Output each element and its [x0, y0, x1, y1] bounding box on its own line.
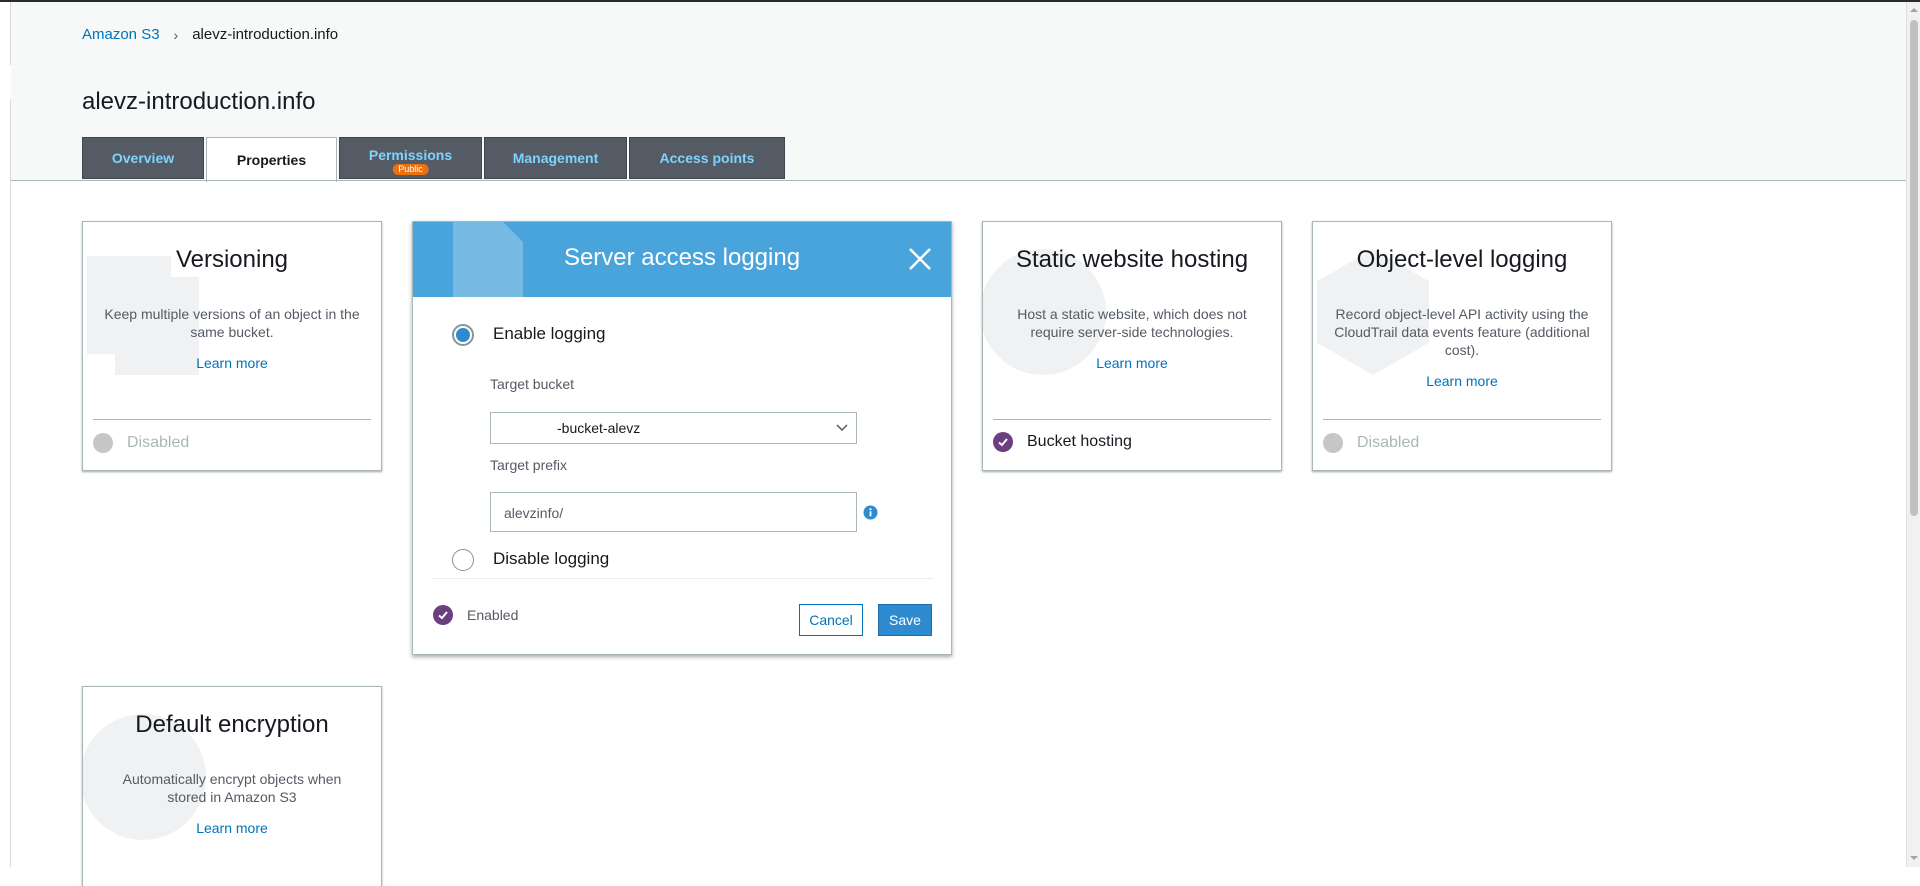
server-access-logging-dialog: Server access logging Enable logging Tar… [412, 221, 952, 655]
card-object-level-logging[interactable]: Object-level logging Record object-level… [1312, 221, 1612, 471]
card-description: Keep multiple versions of an object in t… [104, 306, 360, 340]
public-badge: Public [392, 164, 429, 175]
card-divider [993, 419, 1271, 420]
dialog-divider [431, 578, 933, 579]
card-versioning[interactable]: Versioning Keep multiple versions of an … [82, 221, 382, 471]
breadcrumb-separator: › [173, 26, 179, 43]
status-label: Enabled [467, 607, 519, 623]
target-prefix-label: Target prefix [490, 457, 568, 473]
logging-status: Enabled [433, 605, 518, 625]
card-description: Record object-level API activity using t… [1334, 306, 1590, 358]
status-label: Bucket hosting [1027, 433, 1132, 450]
breadcrumb: Amazon S3 › alevz-introduction.info [82, 26, 338, 43]
card-default-encryption[interactable]: Default encryption Automatically encrypt… [82, 686, 382, 886]
enable-logging-label[interactable]: Enable logging [493, 324, 605, 344]
dialog-title: Server access logging [563, 244, 801, 271]
breadcrumb-root-link[interactable]: Amazon S3 [82, 26, 160, 43]
tab-permissions[interactable]: Permissions Public [339, 137, 482, 179]
scroll-up-arrow-icon[interactable] [1910, 6, 1918, 14]
card-description: Automatically encrypt objects when store… [122, 771, 342, 805]
card-title: Static website hosting [1015, 246, 1249, 273]
disable-logging-label[interactable]: Disable logging [493, 549, 609, 569]
tab-overview[interactable]: Overview [82, 137, 204, 179]
vertical-scrollbar[interactable] [1906, 2, 1920, 867]
tab-properties[interactable]: Properties [206, 137, 337, 182]
close-icon[interactable] [907, 246, 933, 272]
scrollbar-thumb[interactable] [1910, 20, 1918, 516]
card-title: Default encryption [135, 711, 329, 738]
status-label: Disabled [127, 434, 190, 451]
card-title: Versioning [175, 246, 289, 273]
status-label: Disabled [1357, 434, 1420, 451]
tab-bar: Overview Properties Permissions Public M… [82, 137, 787, 182]
tab-access-points[interactable]: Access points [629, 137, 785, 179]
check-circle-icon [433, 605, 453, 625]
info-icon[interactable] [863, 505, 878, 520]
page-title: alevz-introduction.info [82, 88, 316, 115]
enable-logging-radio[interactable] [452, 324, 474, 346]
cancel-button[interactable]: Cancel [799, 604, 863, 636]
status-row: Bucket hosting [993, 432, 1132, 452]
target-prefix-value: alevzinfo/ [504, 505, 564, 521]
disabled-dot-icon [1323, 433, 1343, 453]
check-circle-icon [993, 432, 1013, 452]
scroll-down-arrow-icon[interactable] [1910, 854, 1918, 862]
learn-more-link[interactable]: Learn more [1313, 373, 1611, 389]
target-bucket-label: Target bucket [490, 376, 575, 392]
tabs-underline [11, 180, 1906, 181]
dialog-header: Server access logging [413, 222, 951, 297]
card-description: Host a static website, which does not re… [1017, 306, 1247, 340]
disable-logging-radio[interactable] [452, 549, 474, 571]
tab-management[interactable]: Management [484, 137, 627, 179]
breadcrumb-current: alevz-introduction.info [192, 26, 339, 43]
status-row: Disabled [93, 433, 189, 453]
learn-more-link[interactable]: Learn more [983, 355, 1281, 371]
card-divider [93, 419, 371, 420]
learn-more-link[interactable]: Learn more [83, 355, 381, 371]
card-static-website-hosting[interactable]: Static website hosting Host a static web… [982, 221, 1282, 471]
disabled-dot-icon [93, 433, 113, 453]
target-bucket-value: -bucket-alevz [557, 420, 641, 436]
card-divider [1323, 419, 1601, 420]
target-prefix-input[interactable]: alevzinfo/ [490, 492, 857, 532]
card-title: Object-level logging [1356, 246, 1568, 273]
target-bucket-select[interactable]: -bucket-alevz [490, 412, 857, 444]
chevron-down-icon [836, 424, 848, 432]
left-sidebar-strip [0, 2, 11, 867]
save-button[interactable]: Save [878, 604, 932, 636]
status-row: Disabled [1323, 433, 1419, 453]
learn-more-link[interactable]: Learn more [83, 820, 381, 836]
